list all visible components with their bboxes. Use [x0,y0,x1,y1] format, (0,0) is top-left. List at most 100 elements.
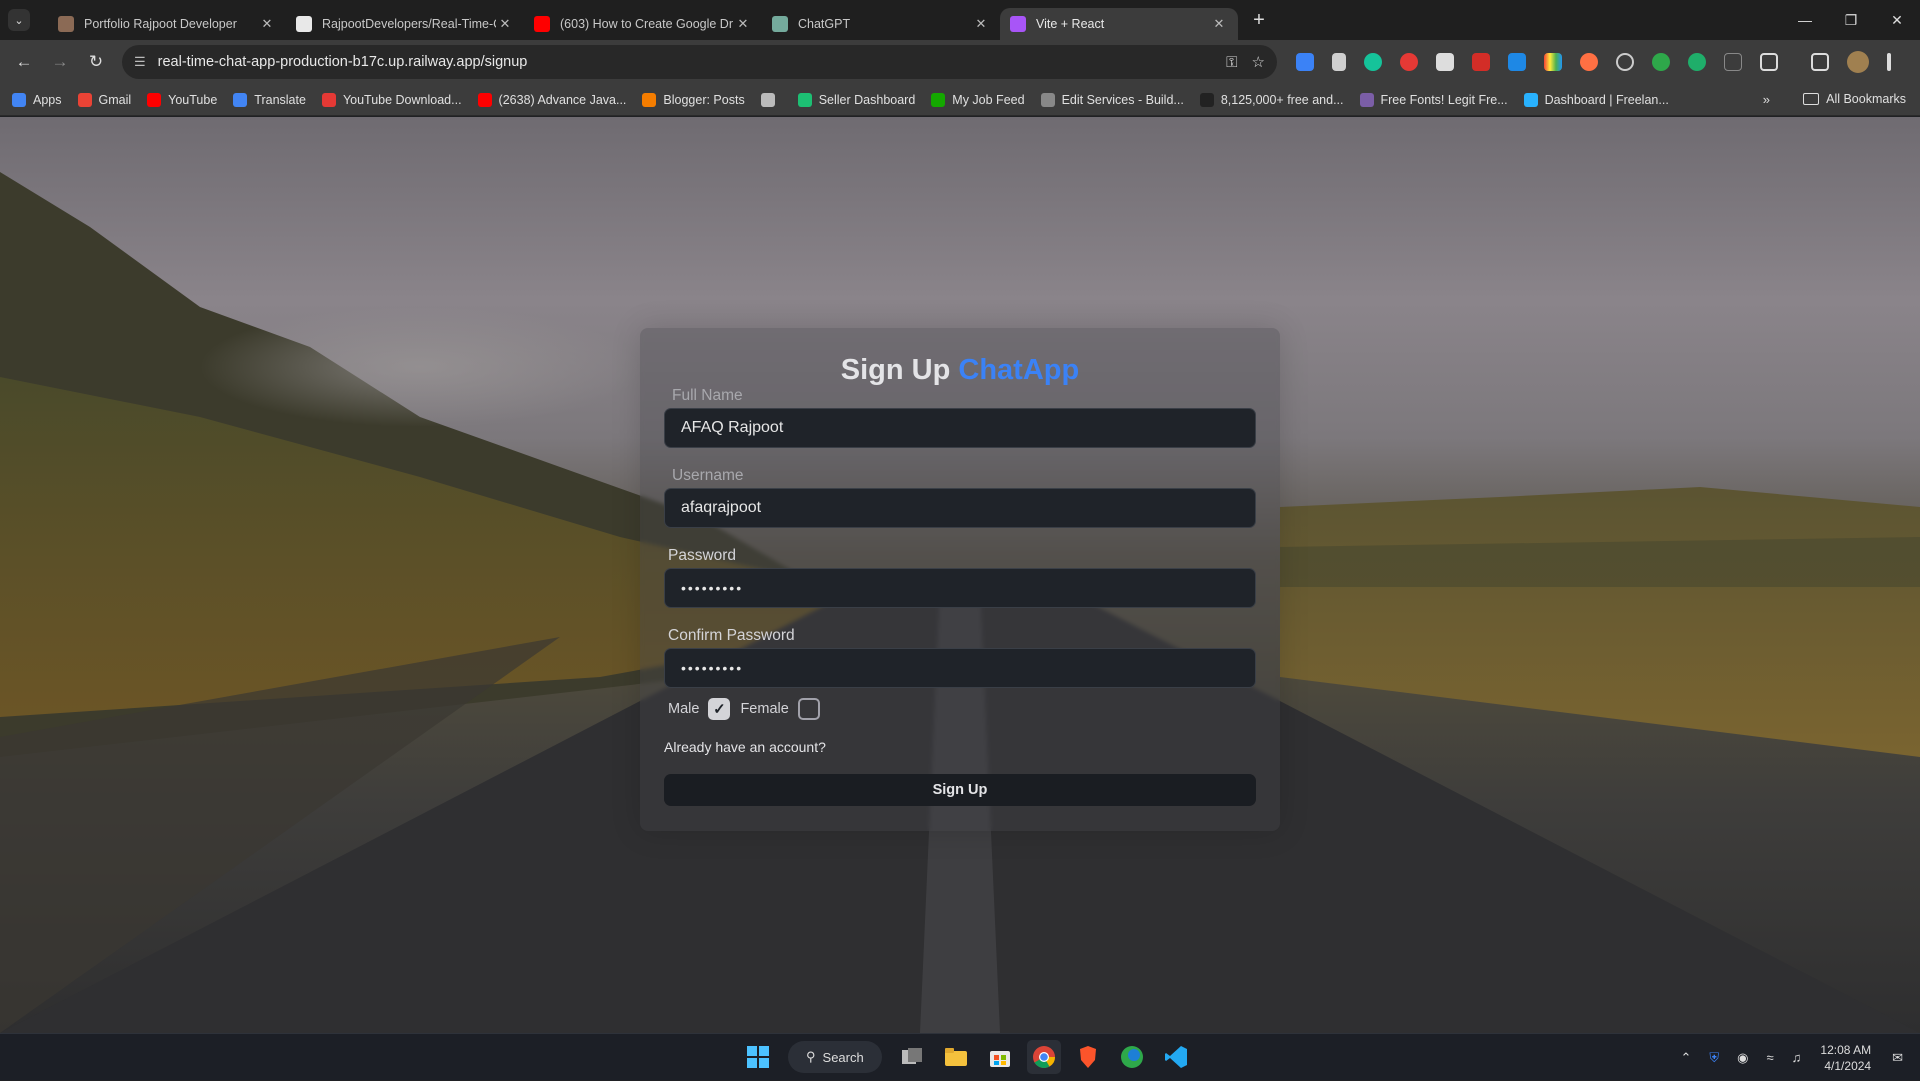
browser-menu-icon[interactable] [1887,53,1891,71]
bookmark-item[interactable]: Apps [12,92,62,107]
site-info-icon[interactable]: ☰ [134,54,146,70]
extension-red-icon[interactable] [1400,53,1418,71]
extension-window-icon[interactable] [1436,53,1454,71]
confirm-password-label: Confirm Password [668,627,795,644]
fonts-icon [1359,92,1374,107]
tab-close-icon[interactable]: ✕ [258,15,276,33]
youtube-favicon [534,16,550,32]
bookmark-label: My Job Feed [952,92,1025,107]
extension-lastpass-icon[interactable] [1472,53,1490,71]
browser-tab[interactable]: Portfolio Rajpoot Developer ✕ [48,8,286,40]
back-icon[interactable]: ← [8,46,40,78]
signup-button[interactable]: Sign Up [664,774,1256,806]
bookmark-star-icon[interactable]: ☆ [1252,53,1265,71]
extension-grammarly-icon[interactable] [1364,53,1382,71]
extension-eyedropper-icon[interactable] [1332,53,1346,71]
extension-fire-icon[interactable] [1580,53,1598,71]
bookmark-item[interactable]: Translate [233,92,306,107]
file-explorer-icon[interactable] [939,1040,973,1074]
bookmark-item[interactable] [760,92,782,107]
chrome-icon[interactable] [1026,1040,1061,1074]
clock-date: 4/1/2024 [1824,1058,1872,1073]
username-input[interactable]: afaqrajpoot [664,488,1256,528]
extension-target-icon[interactable] [1616,53,1634,71]
volume-icon[interactable]: ♫ [1792,1050,1802,1065]
confirm-password-input[interactable]: ••••••••• [664,648,1256,688]
extensions-puzzle-icon[interactable] [1760,53,1778,71]
bookmark-item[interactable]: My Job Feed [931,92,1025,107]
extension-bing-icon[interactable] [1508,53,1526,71]
tray-overflow-icon[interactable]: ⌃ [1680,1050,1691,1066]
bookmarks-overflow-icon[interactable]: » [1763,92,1770,107]
clock-time: 12:08 AM [1820,1042,1872,1057]
bookmark-item[interactable]: (2638) Advance Java... [477,92,626,107]
bookmark-item[interactable]: Free Fonts! Legit Fre... [1359,92,1508,107]
side-panel-icon[interactable] [1811,53,1829,71]
female-checkbox[interactable] [797,698,820,720]
tab-search-chevron-icon[interactable]: ⌄ [8,9,30,31]
taskbar-search[interactable]: ⚲ Search [788,1041,882,1073]
restore-icon[interactable]: ❐ [1828,0,1874,40]
portfolio-favicon [58,16,74,32]
microphone-icon[interactable]: ◉ [1737,1050,1748,1066]
tab-close-icon[interactable]: ✕ [734,15,752,33]
login-link[interactable]: Already have an account? [664,739,826,755]
male-label: Male [668,701,700,717]
minimize-icon[interactable]: — [1782,0,1828,40]
tab-close-icon[interactable]: ✕ [1210,15,1228,33]
tab-close-icon[interactable]: ✕ [496,15,514,33]
ms-store-icon[interactable] [983,1040,1017,1074]
bookmark-item[interactable]: Edit Services - Build... [1040,92,1184,107]
browser-tab[interactable]: RajpootDevelopers/Real-Time-C ✕ [286,8,524,40]
forward-icon[interactable]: → [44,46,76,78]
extension-leaf-icon[interactable] [1688,53,1706,71]
clock[interactable]: 12:08 AM 4/1/2024 [1820,1042,1871,1074]
fullname-input[interactable]: AFAQ Rajpoot [664,408,1256,448]
extension-screen-icon[interactable] [1296,53,1314,71]
bookmark-item[interactable]: Dashboard | Freelan... [1523,92,1669,107]
bookmark-label: Translate [254,92,306,107]
bookmark-label: YouTube [168,92,218,107]
bookmark-item[interactable]: 8,125,000+ free and... [1199,92,1344,107]
bookmarks-bar: Apps Gmail YouTube Translate YouTube Downloa… [0,84,1920,116]
profile-avatar-icon[interactable] [1847,51,1869,73]
browser-tab[interactable]: Vite + React ✕ [1000,8,1238,40]
chatgpt-favicon [772,16,788,32]
brave-icon[interactable] [1071,1040,1105,1074]
password-key-icon[interactable]: ⚿ [1226,54,1237,71]
vscode-icon[interactable] [1159,1040,1193,1074]
wifi-icon[interactable]: ≈ [1767,1050,1774,1065]
windows-start-icon[interactable] [741,1040,775,1074]
new-tab-button[interactable]: + [1244,5,1274,35]
browser-tab[interactable]: ChatGPT ✕ [762,8,1000,40]
reload-icon[interactable]: ↻ [80,46,112,78]
extension-colorzilla-icon[interactable] [1544,53,1562,71]
bookmark-item[interactable]: Seller Dashboard [797,92,915,107]
close-window-icon[interactable]: ✕ [1874,0,1920,40]
url-text[interactable]: real-time-chat-app-production-b17c.up.ra… [158,54,1212,70]
task-view-icon[interactable] [895,1040,929,1074]
browser-tab[interactable]: (603) How to Create Google Dr ✕ [524,8,762,40]
bookmark-item[interactable]: Gmail [77,92,131,107]
notifications-icon[interactable]: ✉ [1892,1050,1903,1066]
password-input[interactable]: ••••••••• [664,568,1256,608]
bookmark-label: Dashboard | Freelan... [1544,92,1669,107]
os-taskbar: ⚲ Search ⌃ ⛨ ◉ ≈ ♫ 12:08 AM 4/1/2024 ✉ [0,1033,1920,1080]
address-bar[interactable]: ☰ real-time-chat-app-production-b17c.up.… [122,45,1277,79]
all-bookmarks-button[interactable]: All Bookmarks [1803,92,1906,106]
edge-icon[interactable] [1115,1040,1149,1074]
bookmark-item[interactable]: Blogger: Posts [642,92,745,107]
bookmark-item[interactable]: YouTube [147,92,218,107]
folder-icon [1803,93,1820,105]
extensions-bar [1287,51,1900,73]
all-bookmarks-label: All Bookmarks [1826,92,1906,106]
bookmark-label: Free Fonts! Legit Fre... [1380,92,1508,107]
extension-edge-icon[interactable] [1652,53,1670,71]
security-shield-icon[interactable]: ⛨ [1709,1050,1719,1066]
tab-close-icon[interactable]: ✕ [972,15,990,33]
male-checkbox[interactable]: ✓ [708,698,731,720]
freelancer-icon [1523,92,1538,107]
service-icon [1040,92,1055,107]
bookmark-item[interactable]: YouTube Download... [321,92,462,107]
extension-mail-icon[interactable] [1724,53,1742,71]
